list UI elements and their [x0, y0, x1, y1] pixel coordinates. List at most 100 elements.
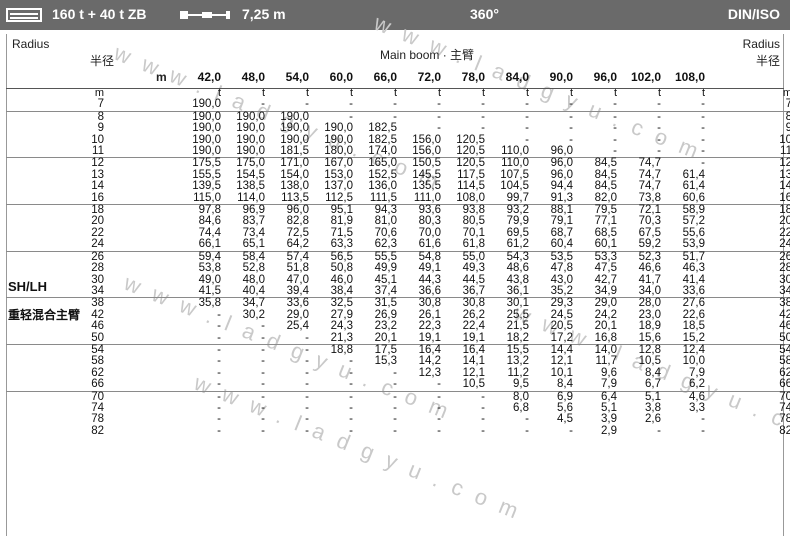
capacity-cell: - [613, 98, 617, 111]
capacity-cell: - [261, 98, 265, 111]
capacity-cell: 115,0 [193, 191, 221, 204]
spacer [108, 193, 180, 205]
radius-value-right: 34 [779, 284, 790, 297]
capacity-cell: 35,2 [550, 284, 573, 297]
table-row: 8 190,0 190,0 190,0- - - - - - - - -8 [6, 110, 790, 124]
radius-value-right: 14 [779, 180, 790, 193]
unit-row: mttttttttttttm [6, 87, 790, 99]
boom-length-header: 102,0 [630, 70, 661, 84]
capacity-cell: - [569, 122, 573, 135]
capacity-cell: - [481, 424, 485, 437]
capacity-cell: - [701, 98, 705, 111]
capacity-cell: - [481, 98, 485, 111]
capacity-cell: 120,5 [456, 145, 485, 158]
capacity-cell: 15,2 [682, 331, 705, 344]
capacity-cell: - [657, 122, 661, 135]
capacity-cell: - [261, 378, 265, 391]
radius-value-right: 62 [779, 366, 790, 379]
capacity-cell: 48,6 [506, 262, 529, 275]
capacity-cell: 20,1 [374, 331, 397, 344]
capacity-cell: 47,8 [550, 262, 573, 275]
radius-value-right: 12 [708, 157, 790, 170]
capacity-cell: 96,0 [550, 145, 573, 158]
capacity-cell: 28,0 [620, 297, 664, 310]
capacity-cell: 137,0 [324, 180, 353, 193]
capacity-cell: - [217, 320, 221, 333]
capacity-cell: 2,9 [601, 424, 617, 437]
capacity-cell: - [569, 98, 573, 111]
table-row: 54- - -18,8 17,5 16,4 16,4 15,5 14,4 14,0 12,8 12,… [6, 343, 790, 357]
capacity-cell: 74,7 [638, 180, 661, 193]
spacer [108, 135, 180, 146]
radius-value-right: 7 [785, 98, 790, 111]
capacity-cell: 138,0 [280, 180, 309, 193]
radius-value-right: 10 [779, 133, 790, 146]
spacer [108, 170, 180, 181]
table-row: 34 41,5 40,4 39,4 38,4 37,4 36,6 36,7 36,1 35,2 34… [6, 284, 790, 298]
capacity-cell: 111,0 [413, 191, 441, 204]
spacer [108, 99, 180, 111]
radius-value-left: 82 [91, 424, 104, 437]
capacity-cell: 20,5 [550, 320, 573, 333]
capacity-cell: 49,1 [418, 262, 441, 275]
capacity-cell: 34,0 [638, 284, 661, 297]
capacity-cell: 15,6 [638, 331, 661, 344]
capacity-cell: 36,6 [418, 284, 441, 297]
capacity-cell: 111,5 [369, 191, 397, 204]
capacity-cell: - [261, 424, 265, 437]
spacer [108, 239, 180, 251]
capacity-cell: 6,2 [689, 378, 705, 391]
boom-length-header: 42,0 [197, 70, 221, 84]
boom-length-header: 78,0 [461, 70, 485, 84]
boom-type-code: SH/LH [8, 279, 47, 294]
capacity-cell: 190,0 [236, 122, 265, 135]
capacity-cell: 47,5 [594, 262, 617, 275]
capacity-cell: 61,8 [462, 238, 485, 251]
spacer [108, 321, 180, 332]
spacer [108, 263, 180, 274]
radius-value-right: 20 [779, 215, 790, 228]
radius-value-right: 74 [779, 401, 790, 414]
capacity-cell: - [393, 98, 397, 111]
capacity-cell: 34,7 [224, 297, 268, 310]
spacer [108, 333, 180, 345]
radius-value-left: 11 [92, 145, 104, 158]
table-row: 9 190,0 190,0 190,0 190,0 182,5 - - - - - - - 9 [6, 122, 790, 135]
main-boom-label: Main boom · 主臂 [380, 48, 475, 62]
capacity-cell: 18,2 [506, 331, 529, 344]
capacity-cell: 73,8 [638, 191, 661, 204]
table-row: 24 66,1 65,1 64,2 63,3 62,3 61,6 61,8 61,2 60,4 60… [6, 239, 790, 251]
boom-length-header: 48,0 [241, 70, 265, 84]
spacer [108, 368, 180, 379]
radius-value-left: 16 [91, 191, 104, 204]
capacity-cell: 49,3 [462, 262, 485, 275]
capacity-cell: 63,3 [330, 238, 353, 251]
capacity-cell: 30,8 [444, 297, 488, 310]
radius-value-right: 16 [779, 191, 790, 204]
spacer [108, 379, 180, 391]
capacity-cell: 27,6 [664, 297, 708, 310]
counter-radius: 7,25 m [242, 6, 286, 22]
radius-value-left: 14 [91, 180, 104, 193]
radius-value-right: 26 [708, 250, 790, 264]
capacity-cell: 52,8 [242, 262, 265, 275]
radius-label-left: Radius [12, 37, 50, 51]
radius-unit-left: m [94, 87, 104, 99]
capacity-cell: - [349, 98, 353, 111]
capacity-cell: 60,1 [594, 238, 617, 251]
capacity-cell: 60,6 [682, 191, 705, 204]
table-row: 20 84,6 83,7 82,8 81,9 81,0 80,3 80,5 79,9 79,1 77… [6, 215, 790, 228]
capacity-cell: 17,2 [550, 331, 573, 344]
capacity-cell: - [613, 145, 617, 158]
boom-length-header: 108,0 [674, 70, 705, 84]
capacity-cell: 112,5 [325, 191, 353, 204]
spacer [108, 275, 180, 286]
table-row: 66 - - - - - - 10,5 9,5 8,4 7,9 6,7 6,2 66 [6, 378, 790, 391]
boom-type-zh: 重轻混合主臂 [8, 308, 81, 322]
capacity-cell: 22,4 [462, 320, 485, 333]
radius-value-right: 24 [779, 238, 790, 251]
radius-value-right: 82 [779, 424, 790, 437]
capacity-cell: - [701, 122, 705, 135]
radius-value-right: 66 [779, 378, 790, 391]
boom-length-unit: m [156, 70, 167, 84]
